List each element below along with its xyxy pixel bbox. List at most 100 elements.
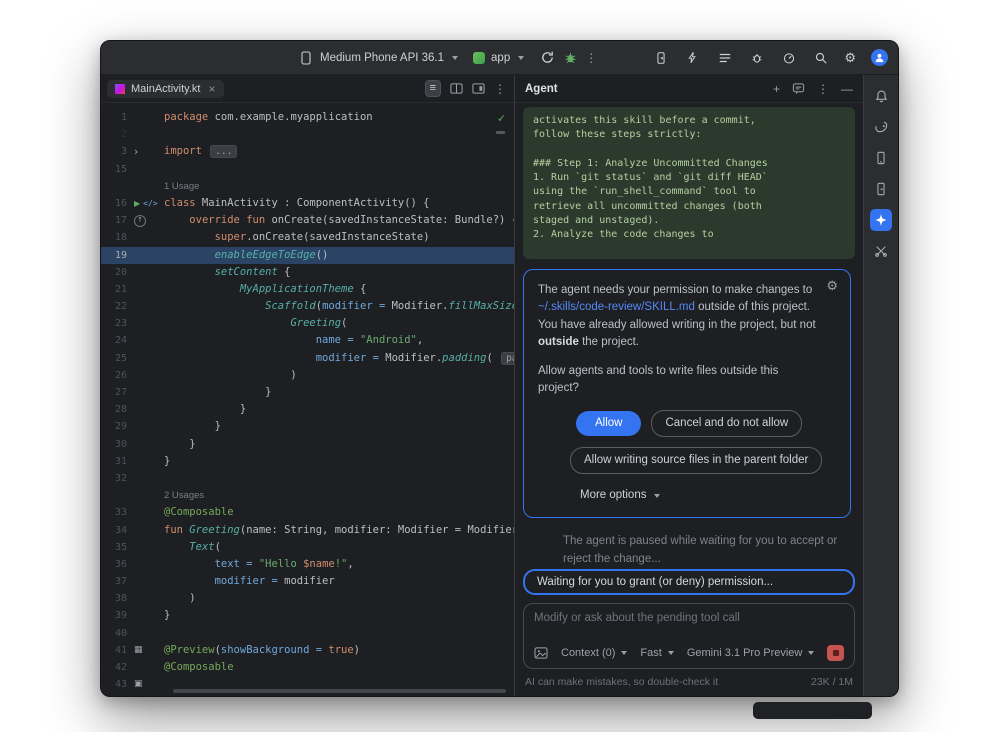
attach-debugger-icon[interactable] xyxy=(748,49,765,66)
code-line[interactable]: 36 text = "Hello $name!", xyxy=(101,556,514,573)
line-number[interactable]: 40 xyxy=(101,625,127,642)
run-config-selector[interactable]: app xyxy=(473,52,524,64)
allow-button[interactable]: Allow xyxy=(576,411,641,436)
line-number[interactable]: 3 xyxy=(101,143,127,160)
line-number[interactable]: 19 xyxy=(101,247,127,264)
line-number[interactable]: 17 xyxy=(101,212,127,229)
line-number[interactable]: 34 xyxy=(101,522,127,539)
code-line[interactable]: 28 } xyxy=(101,401,514,418)
override-gutter-icon[interactable]: ↑ xyxy=(134,215,146,227)
code-line[interactable]: 18 super.onCreate(savedInstanceState) xyxy=(101,229,514,246)
line-number[interactable]: 25 xyxy=(101,350,127,367)
line-number[interactable]: 1 xyxy=(101,109,127,126)
split-view-toggle[interactable] xyxy=(450,82,463,95)
logcat-icon[interactable] xyxy=(716,49,733,66)
code-line[interactable]: 38 ) xyxy=(101,590,514,607)
code-line[interactable]: 16▶</>class MainActivity : ComponentActi… xyxy=(101,195,514,212)
code-line[interactable]: 27 } xyxy=(101,384,514,401)
code-line[interactable]: 33@Composable xyxy=(101,504,514,521)
run-gutter-icon[interactable]: ▶ xyxy=(134,200,140,208)
line-number[interactable]: 42 xyxy=(101,659,127,676)
code-line[interactable]: 34fun Greeting(name: String, modifier: M… xyxy=(101,522,514,539)
inspections-ok-icon[interactable]: ✓ xyxy=(498,112,505,124)
code-line[interactable]: 1package com.example.myapplication xyxy=(101,109,514,126)
line-number[interactable]: 41 xyxy=(101,642,127,659)
stop-generation-button[interactable] xyxy=(827,645,844,661)
line-number[interactable]: 38 xyxy=(101,590,127,607)
more-options-button[interactable]: More options xyxy=(580,487,836,504)
tab-mainactivity[interactable]: MainActivity.kt × xyxy=(107,80,224,98)
chat-history-icon[interactable] xyxy=(792,82,805,95)
line-number[interactable] xyxy=(101,178,127,195)
model-dropdown[interactable]: Gemini 3.1 Pro Preview xyxy=(687,647,815,659)
compose-gutter-icon[interactable]: </> xyxy=(143,200,157,208)
new-chat-icon[interactable]: + xyxy=(773,83,780,95)
gradle-icon[interactable] xyxy=(870,116,892,138)
code-line[interactable]: 25 modifier = Modifier.padding( paddingV… xyxy=(101,350,514,367)
line-number[interactable]: 27 xyxy=(101,384,127,401)
line-number[interactable]: 28 xyxy=(101,401,127,418)
code-line[interactable]: 22 Scaffold(modifier = Modifier.fillMaxS… xyxy=(101,298,514,315)
line-number[interactable]: 2 xyxy=(101,126,127,143)
close-icon[interactable]: × xyxy=(208,83,215,95)
line-number[interactable]: 20 xyxy=(101,264,127,281)
code-line[interactable]: 41▦@Preview(showBackground = true) xyxy=(101,642,514,659)
search-icon[interactable] xyxy=(812,49,829,66)
code-line[interactable]: 29 } xyxy=(101,418,514,435)
profile-avatar[interactable] xyxy=(871,49,888,66)
run-options-kebab-icon[interactable]: ⋮ xyxy=(585,52,597,64)
line-number[interactable]: 23 xyxy=(101,315,127,332)
code-line[interactable]: 37 modifier = modifier xyxy=(101,573,514,590)
notifications-bell-icon[interactable] xyxy=(870,85,892,107)
code-line[interactable]: 24 name = "Android", xyxy=(101,332,514,349)
waiting-permission-banner[interactable]: Waiting for you to grant (or deny) permi… xyxy=(523,569,855,595)
line-number[interactable]: 22 xyxy=(101,298,127,315)
agent-transcript-block[interactable]: activates this skill before a commit,fol… xyxy=(523,107,855,259)
line-number[interactable]: 21 xyxy=(101,281,127,298)
panel-options-kebab-icon[interactable]: ⋮ xyxy=(817,83,829,95)
context-dropdown[interactable]: Context (0) xyxy=(561,647,627,659)
agent-conversation[interactable]: activates this skill before a commit,fol… xyxy=(515,103,863,696)
device-manager-icon[interactable] xyxy=(870,147,892,169)
apply-changes-icon[interactable] xyxy=(684,49,701,66)
fold-chevron-icon[interactable]: › xyxy=(134,146,138,157)
code-line[interactable]: 15 xyxy=(101,161,514,178)
code-line[interactable]: 31} xyxy=(101,453,514,470)
settings-gear-icon[interactable]: ⚙ xyxy=(844,51,856,64)
code-line[interactable]: 30 } xyxy=(101,436,514,453)
gemini-agent-icon[interactable] xyxy=(870,209,892,231)
line-number[interactable]: 29 xyxy=(101,418,127,435)
code-line[interactable]: 3›import ... xyxy=(101,143,514,160)
preview-gutter-icon[interactable]: ▦ xyxy=(134,646,143,655)
line-number[interactable]: 43 xyxy=(101,676,127,693)
code-line[interactable]: 2 xyxy=(101,126,514,143)
line-number[interactable]: 39 xyxy=(101,607,127,624)
code-line[interactable]: 40 xyxy=(101,625,514,642)
line-number[interactable] xyxy=(101,487,127,504)
code-line[interactable]: 21 MyApplicationTheme { xyxy=(101,281,514,298)
code-line[interactable]: 39} xyxy=(101,607,514,624)
cancel-button[interactable]: Cancel and do not allow xyxy=(651,410,802,437)
code-editor[interactable]: 1package com.example.myapplication23›imp… xyxy=(101,103,514,696)
speed-dropdown[interactable]: Fast xyxy=(640,647,673,659)
chat-composer[interactable]: Modify or ask about the pending tool cal… xyxy=(523,603,855,669)
line-number[interactable]: 18 xyxy=(101,229,127,246)
code-line[interactable]: 17↑ override fun onCreate(savedInstanceS… xyxy=(101,212,514,229)
line-number[interactable]: 33 xyxy=(101,504,127,521)
line-number[interactable]: 26 xyxy=(101,367,127,384)
line-number[interactable]: 35 xyxy=(101,539,127,556)
gear-icon[interactable]: ⚙ xyxy=(826,279,838,292)
design-view-toggle[interactable] xyxy=(472,82,485,95)
allow-parent-folder-button[interactable]: Allow writing source files in the parent… xyxy=(570,447,822,474)
line-number[interactable]: 24 xyxy=(101,332,127,349)
attach-image-icon[interactable] xyxy=(534,647,548,659)
line-number[interactable]: 16 xyxy=(101,195,127,212)
code-line[interactable]: 19 enableEdgeToEdge() xyxy=(101,247,514,264)
line-number[interactable]: 31 xyxy=(101,453,127,470)
rerun-icon[interactable] xyxy=(539,49,556,66)
code-line[interactable]: 20 setContent { xyxy=(101,264,514,281)
line-number[interactable]: 36 xyxy=(101,556,127,573)
app-inspection-icon[interactable] xyxy=(870,240,892,262)
device-selector[interactable]: Medium Phone API 36.1 xyxy=(297,49,458,66)
code-line[interactable]: 23 Greeting( xyxy=(101,315,514,332)
